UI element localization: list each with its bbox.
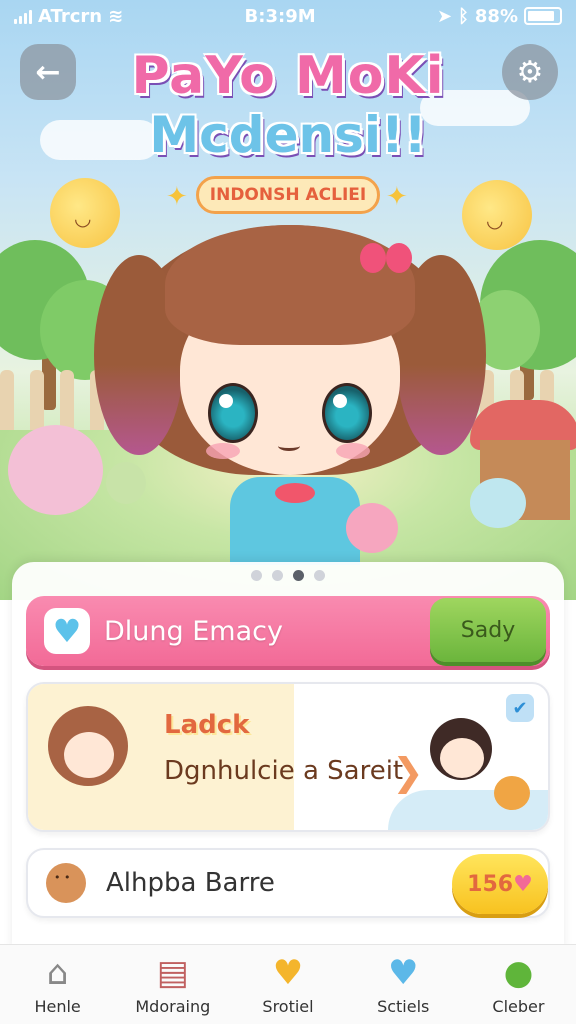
nav-label: Srotiel: [262, 997, 314, 1016]
nav-item-profile[interactable]: ● Cleber: [461, 945, 576, 1024]
carrier-name: ATrcrn: [38, 5, 103, 27]
nav-item-home[interactable]: ⌂ Henle: [0, 945, 115, 1024]
title-line-1: PaYo MoKi: [131, 46, 445, 106]
row-label: Alhpba Barre: [106, 868, 275, 898]
signal-icon: [14, 8, 32, 24]
nav-label: Mdoraing: [135, 997, 211, 1016]
blue-critter: [470, 478, 526, 528]
bluetooth-icon: ᛒ: [458, 5, 469, 27]
gear-icon: ⚙: [516, 54, 544, 90]
carousel-dot[interactable]: [272, 570, 283, 581]
carousel-indicator: [12, 570, 564, 581]
nav-label: Cleber: [492, 997, 545, 1016]
nav-label: Sctiels: [377, 997, 430, 1016]
checkbox-icon[interactable]: ✔: [506, 694, 534, 722]
back-arrow-icon: ←: [35, 54, 61, 90]
subtitle-ribbon: INDONSH ACLIEI: [196, 176, 380, 214]
heart-icon: ♥: [44, 608, 90, 654]
settings-button[interactable]: ⚙: [502, 44, 558, 100]
main-character: [94, 215, 486, 565]
title-line-2: Mcdensi!!: [149, 106, 427, 164]
chibi-face: [440, 738, 484, 778]
nav-item-shop[interactable]: ▤ Mdoraing: [115, 945, 230, 1024]
battery-percent: 88%: [474, 5, 518, 27]
person-icon: ●: [503, 953, 534, 993]
heart-icon: ♥: [513, 871, 533, 897]
menu-row-alhpba[interactable]: Alhpba Barre 156 ♥: [26, 848, 550, 918]
menu-panel: ♥ Dlung Emacy Sady Ladck Dgnhulcie a Sar…: [12, 562, 564, 952]
nav-item-social[interactable]: ♥ Sctiels: [346, 945, 461, 1024]
wifi-icon: ≋: [108, 5, 124, 27]
sparkle-icon: ✦: [166, 182, 188, 212]
status-bar: ATrcrn ≋ B:3:9M ➤ ᛒ 88%: [0, 0, 576, 32]
carousel-dot[interactable]: [251, 570, 262, 581]
sparkle-icon: ✦: [386, 182, 408, 212]
pink-sheep-critter: [8, 425, 103, 515]
price-button[interactable]: 156 ♥: [452, 854, 548, 914]
game-title: PaYo MoKi Mcdensi!!: [110, 50, 466, 160]
heart-icon: ♥: [272, 953, 304, 993]
nav-label: Henle: [34, 997, 81, 1016]
sady-button[interactable]: Sady: [430, 598, 546, 662]
home-icon: ⌂: [46, 953, 69, 993]
menu-row-dlung[interactable]: ♥ Dlung Emacy Sady: [26, 596, 550, 666]
orange-cat-critter: [494, 776, 530, 810]
bottom-nav: ⌂ Henle ▤ Mdoraing ♥ Srotiel ♥ Sctiels ●…: [0, 944, 576, 1024]
carousel-dot[interactable]: [314, 570, 325, 581]
arrow-right-icon: ❯: [392, 750, 424, 794]
back-button[interactable]: ←: [20, 44, 76, 100]
chat-heart-icon: ♥: [387, 953, 419, 993]
price-value: 156: [467, 871, 514, 897]
status-time: B:3:9M: [244, 5, 316, 27]
location-icon: ➤: [437, 5, 453, 27]
card-text: Dgnhulcie a Sareit: [164, 756, 404, 786]
bear-icon: [46, 863, 86, 903]
chibi-face: [64, 732, 114, 778]
shop-icon: ▤: [156, 953, 189, 993]
nav-item-favorites[interactable]: ♥ Srotiel: [230, 945, 345, 1024]
star-character-right: [462, 180, 532, 250]
card-title: Ladck: [164, 710, 250, 740]
pink-cat-plush: [346, 503, 398, 553]
battery-icon: [524, 7, 562, 25]
row-label: Dlung Emacy: [104, 615, 283, 647]
carousel-dot-active[interactable]: [293, 570, 304, 581]
menu-card-ladck[interactable]: Ladck Dgnhulcie a Sareit ❯ ✔: [26, 682, 550, 832]
